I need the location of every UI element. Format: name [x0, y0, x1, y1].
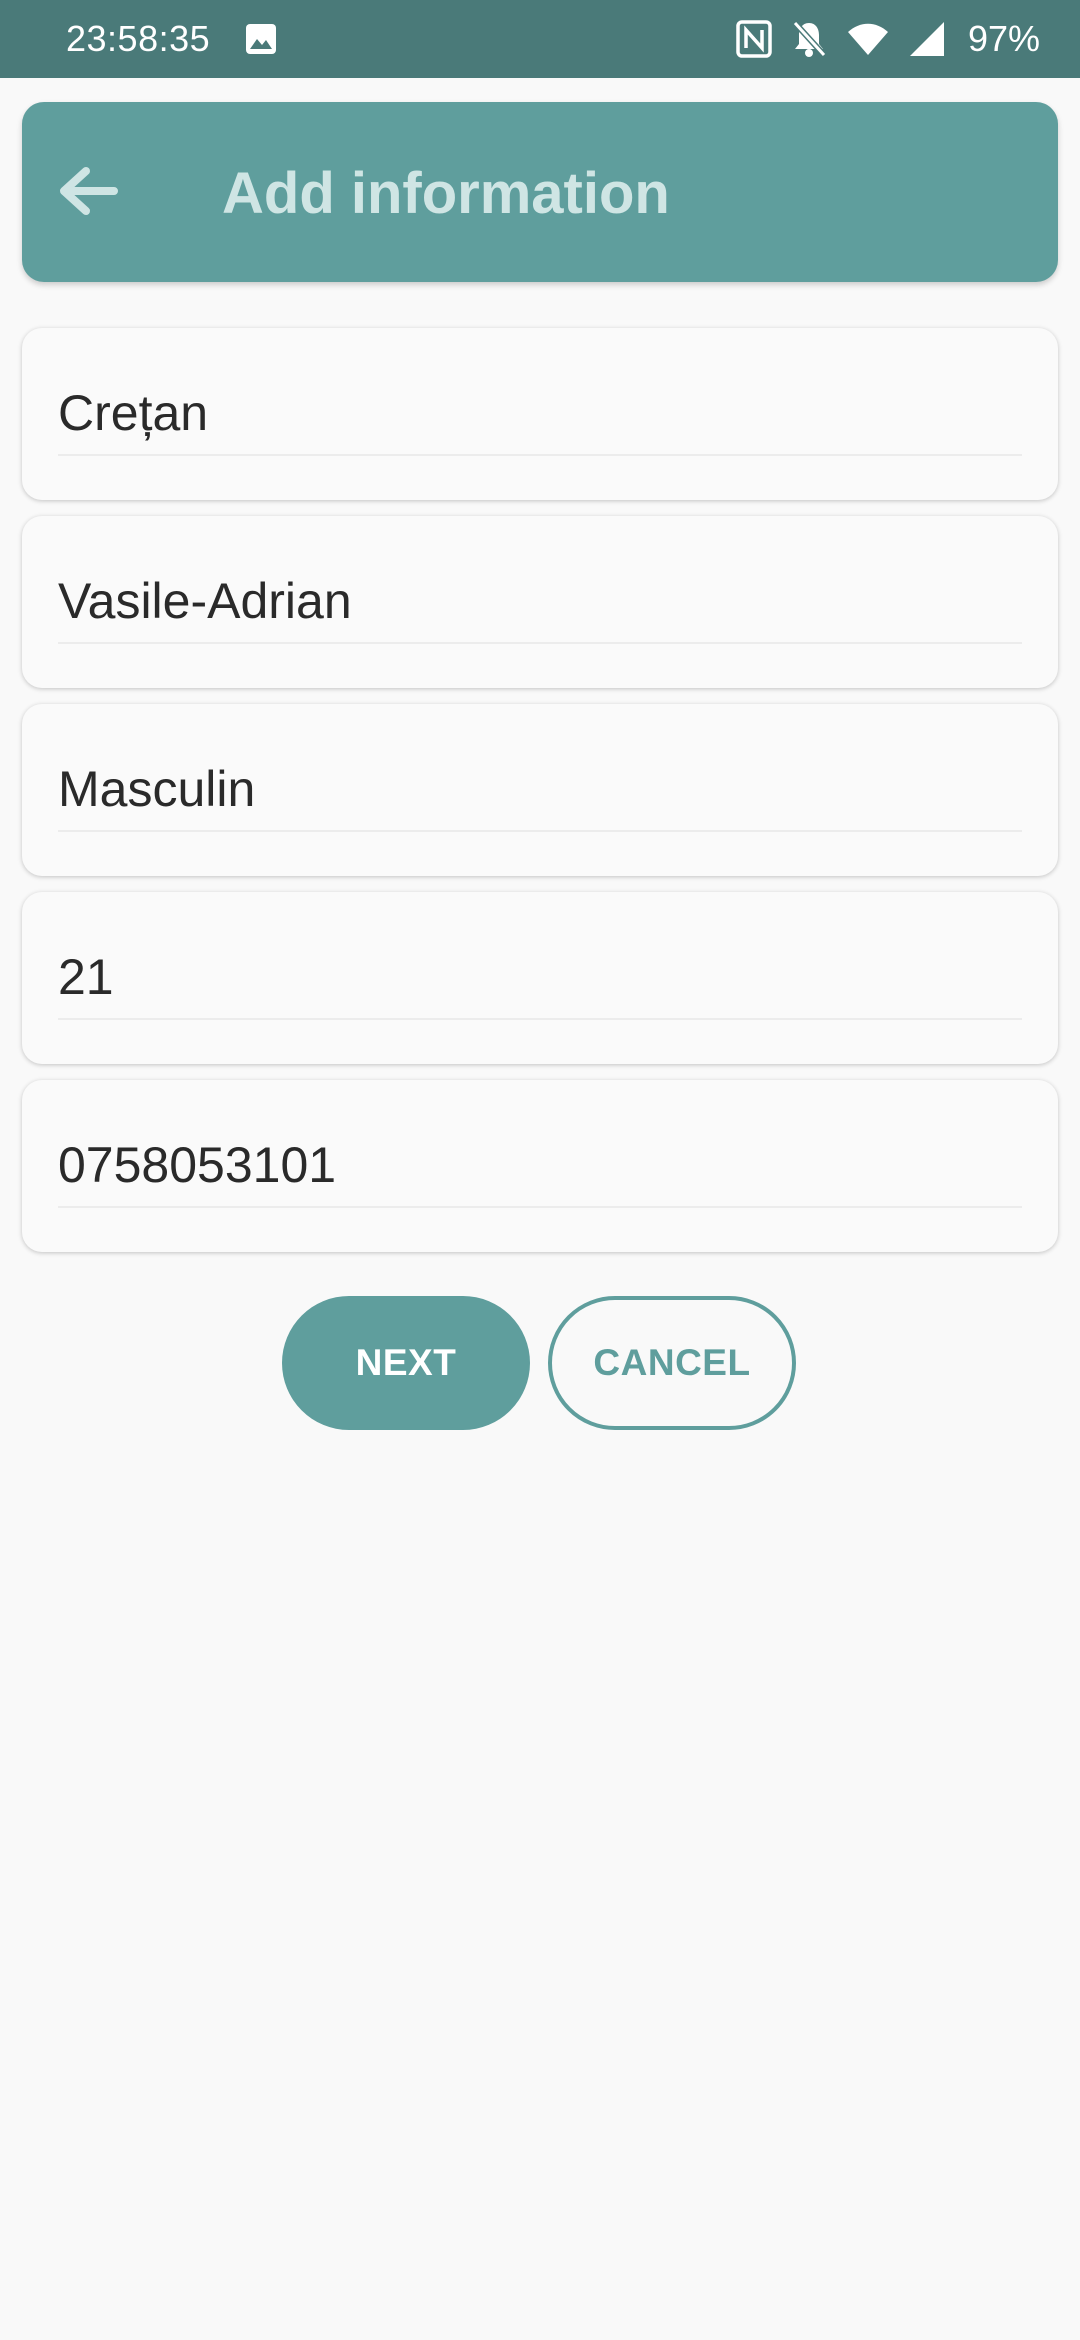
page-title: Add information: [222, 161, 670, 226]
first-name-card: [22, 516, 1058, 688]
notifications-off-icon: [790, 19, 828, 59]
field-underline: [58, 1206, 1022, 1208]
phone-field[interactable]: [58, 1130, 1022, 1200]
status-icons: 97%: [718, 16, 1040, 62]
field-underline: [58, 454, 1022, 456]
arrow-left-icon: [56, 165, 118, 222]
status-bar: 23:58:35 97%: [0, 0, 1080, 78]
field-underline: [58, 1018, 1022, 1020]
battery-percentage: 97%: [967, 18, 1040, 59]
gender-field[interactable]: [58, 754, 1022, 824]
first-name-field[interactable]: [58, 566, 1022, 636]
gallery-icon: [244, 22, 278, 56]
app-bar: Add information: [22, 102, 1058, 282]
last-name-field[interactable]: [58, 378, 1022, 448]
signal-icon: [908, 20, 946, 58]
wifi-icon: [846, 21, 890, 57]
next-button[interactable]: NEXT: [282, 1296, 530, 1430]
field-underline: [58, 830, 1022, 832]
status-time: 23:58:35: [66, 18, 211, 59]
back-button[interactable]: [52, 158, 122, 228]
cancel-button[interactable]: CANCEL: [548, 1296, 796, 1430]
phone-card: [22, 1080, 1058, 1252]
age-card: [22, 892, 1058, 1064]
last-name-card: [22, 328, 1058, 500]
field-underline: [58, 642, 1022, 644]
age-field[interactable]: [58, 942, 1022, 1012]
nfc-icon: [736, 20, 772, 58]
gender-card: [22, 704, 1058, 876]
